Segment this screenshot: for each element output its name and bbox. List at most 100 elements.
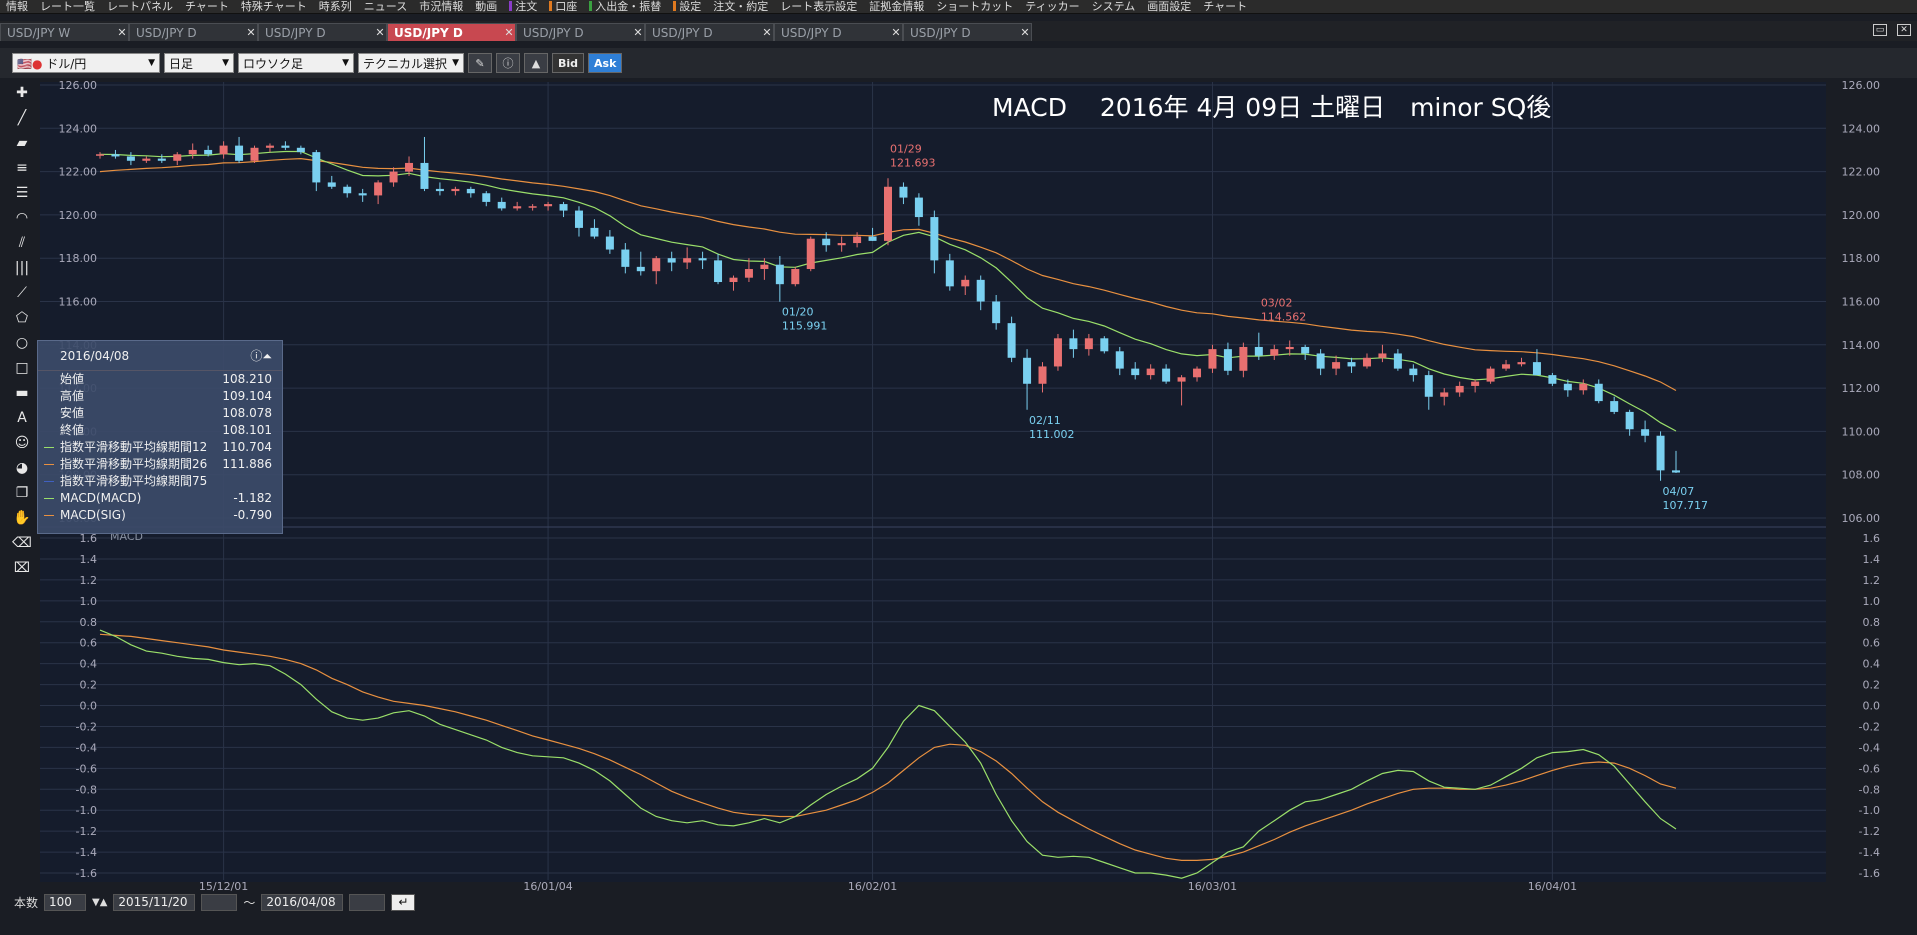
info-label: 安値 <box>60 406 85 420</box>
info-value: 108.210 <box>222 372 272 386</box>
macd-y-tick-left: 1.0 <box>80 595 98 608</box>
y-tick-label-left: 118.00 <box>59 252 98 265</box>
candle-body <box>1146 368 1155 376</box>
macd-y-tick-right: -1.0 <box>1859 804 1880 817</box>
series-color-swatch <box>44 481 54 482</box>
macd-y-tick-left: 0.8 <box>80 616 98 629</box>
candle-body <box>559 204 568 211</box>
y-tick-label-left: 122.00 <box>59 166 98 179</box>
candle-body <box>1254 346 1263 356</box>
candle-body <box>1332 362 1341 369</box>
candle-body <box>914 197 923 218</box>
series-color-swatch <box>44 447 54 448</box>
macd-y-tick-left: -0.6 <box>76 762 97 775</box>
series-color-swatch <box>44 515 54 516</box>
count-stepper-icon[interactable]: ▼▲ <box>92 897 107 908</box>
candle-body <box>513 206 522 209</box>
macd-y-tick-right: 1.4 <box>1863 553 1881 566</box>
candle-body <box>992 301 1001 324</box>
candle-body <box>142 158 151 161</box>
candle-body <box>1486 368 1495 382</box>
annotation-value: 114.562 <box>1261 311 1307 324</box>
candle-body <box>374 182 383 196</box>
y-tick-label-right: 110.00 <box>1842 425 1881 438</box>
candle-body <box>590 227 599 237</box>
macd-y-tick-right: -0.8 <box>1859 783 1880 796</box>
count-label: 本数 <box>14 895 39 910</box>
info-panel-toggle-icon[interactable]: ⓘ⏶ <box>250 347 272 364</box>
y-tick-label-right: 116.00 <box>1842 296 1881 309</box>
macd-y-tick-left: 0.4 <box>80 658 98 671</box>
macd-y-tick-left: -1.4 <box>76 846 97 859</box>
candle-body <box>312 152 321 183</box>
candle-body <box>806 238 815 270</box>
candle-body <box>683 258 692 263</box>
candle-body <box>1440 392 1449 397</box>
candle-body <box>605 236 614 250</box>
from-time-input[interactable] <box>201 893 238 911</box>
y-tick-label-right: 122.00 <box>1842 166 1881 179</box>
candle-body <box>1594 383 1603 402</box>
info-row: 指数平滑移動平均線期間75 <box>38 473 282 490</box>
annotation-date: 01/20 <box>782 306 814 319</box>
macd-y-tick-right: -1.2 <box>1859 825 1880 838</box>
info-label: 始値 <box>60 372 85 386</box>
y-tick-label-right: 108.00 <box>1842 469 1881 482</box>
candle-body <box>1100 338 1109 352</box>
refresh-icon[interactable]: ↵ <box>391 893 416 911</box>
candle-body <box>1656 435 1665 471</box>
candle-body <box>1053 338 1062 367</box>
candle-body <box>1223 349 1232 371</box>
to-time-input[interactable] <box>349 893 386 911</box>
candle-body <box>327 182 336 187</box>
candle-body <box>389 171 398 183</box>
candle-body <box>1579 383 1588 391</box>
candle-body <box>482 193 491 202</box>
candle-body <box>775 264 784 285</box>
count-input[interactable]: 100 <box>44 893 87 911</box>
macd-y-tick-right: 0.0 <box>1863 700 1881 713</box>
candle-body <box>853 236 862 244</box>
candle-body <box>1038 366 1047 384</box>
info-label: 高値 <box>60 389 85 403</box>
candle-body <box>1362 357 1371 367</box>
range-bar: 本数 100 ▼▲ 2015/11/20 〜 2016/04/08 ↵ <box>0 891 1917 913</box>
macd-y-tick-right: 0.2 <box>1863 679 1881 692</box>
y-tick-label-right: 112.00 <box>1842 382 1881 395</box>
macd-y-tick-right: -1.6 <box>1859 867 1880 880</box>
y-tick-label-right: 114.00 <box>1842 339 1881 352</box>
range-tilde: 〜 <box>243 895 256 910</box>
candle-body <box>250 147 259 161</box>
candle-body <box>219 145 228 155</box>
candle-body <box>760 264 769 270</box>
to-date-input[interactable]: 2016/04/08 <box>261 893 344 911</box>
candle-body <box>1162 368 1171 382</box>
candle-body <box>528 206 537 208</box>
candle-body <box>1532 362 1541 376</box>
annotation-date: 04/07 <box>1663 485 1695 498</box>
macd-y-tick-right: -1.4 <box>1859 846 1880 859</box>
candle-body <box>358 193 367 196</box>
info-row: MACD(MACD) -1.182 <box>38 490 282 507</box>
chart-headline: MACD 2016年 4月 09日 土曜日 minor SQ後 <box>992 93 1551 122</box>
candle-body <box>1208 349 1217 369</box>
candle-body <box>1409 368 1418 376</box>
plot-background <box>40 82 1826 882</box>
macd-y-tick-right: -0.6 <box>1859 762 1880 775</box>
candle-body <box>1131 368 1140 376</box>
candle-body <box>204 149 213 155</box>
info-row: 指数平滑移動平均線期間12 110.704 <box>38 439 282 456</box>
from-date-input[interactable]: 2015/11/20 <box>113 893 196 911</box>
chart-area[interactable]: 15/12/01 16/01/04 16/02/01 16/03/01 16/04/01… <box>0 0 1917 935</box>
candle-body <box>1177 377 1186 382</box>
candle-body <box>1625 411 1634 430</box>
info-row: 安値 108.078 <box>38 405 282 422</box>
info-value: 110.704 <box>222 440 272 454</box>
candle-body <box>1007 323 1016 358</box>
candle-body <box>1548 375 1557 384</box>
series-color-swatch <box>44 498 54 499</box>
candle-body <box>1641 429 1650 436</box>
candle-body <box>1471 381 1480 386</box>
candle-body <box>1023 357 1032 384</box>
candle-body <box>1285 346 1294 350</box>
